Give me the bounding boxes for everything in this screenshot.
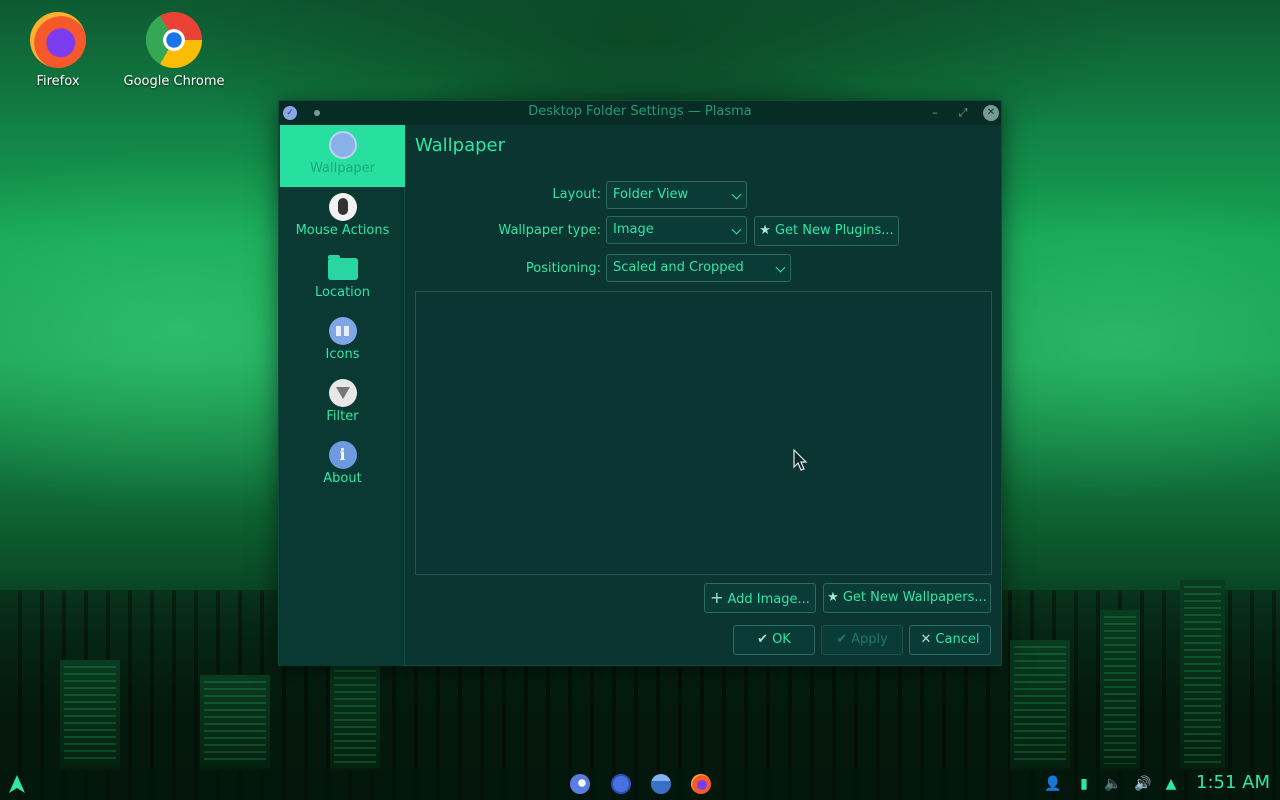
- sidebar-item-about[interactable]: i About: [280, 437, 405, 499]
- add-image-button[interactable]: + Add Image...: [704, 583, 816, 613]
- chevron-down-icon: [731, 224, 742, 235]
- desktop-icon-firefox[interactable]: Firefox: [3, 12, 113, 89]
- maximize-button[interactable]: ⤢: [955, 105, 971, 121]
- desktop-icon-chrome[interactable]: Google Chrome: [119, 12, 229, 89]
- ok-button[interactable]: ✔ OK: [733, 625, 815, 655]
- settings-content: Wallpaper Layout: Folder View Wallpaper …: [406, 125, 1002, 666]
- cancel-label: Cancel: [935, 632, 980, 647]
- sidebar-item-label: Wallpaper: [309, 161, 376, 176]
- desktop-icon-label: Google Chrome: [123, 74, 225, 89]
- sidebar-item-label: About: [323, 471, 362, 486]
- sidebar: Wallpaper Mouse Actions Location Icons F…: [280, 125, 405, 666]
- wallpaper-type-select-value: Image: [613, 222, 654, 237]
- sidebar-item-label: Icons: [325, 347, 360, 362]
- check-icon: ✔: [836, 632, 848, 647]
- info-icon: i: [328, 441, 357, 469]
- filter-icon: [328, 379, 357, 407]
- positioning-select[interactable]: Scaled and Cropped: [606, 254, 791, 282]
- cancel-button[interactable]: ✕ Cancel: [909, 625, 991, 655]
- sidebar-item-label: Location: [315, 285, 370, 300]
- wallpaper-building: [60, 660, 120, 770]
- wallpaper-building: [330, 650, 380, 770]
- wallpaper-type-label: Wallpaper type:: [498, 223, 601, 238]
- positioning-select-value: Scaled and Cropped: [613, 260, 744, 275]
- taskbar: 👤 ▮ 🔈 🔊 ▲ 1:51 AM: [0, 768, 1280, 800]
- sidebar-item-location[interactable]: Location: [280, 251, 405, 313]
- sidebar-item-wallpaper[interactable]: Wallpaper: [280, 125, 405, 187]
- page-title: Wallpaper: [415, 135, 506, 156]
- plus-icon: +: [710, 588, 724, 607]
- sidebar-item-mouse-actions[interactable]: Mouse Actions: [280, 189, 405, 251]
- layout-select[interactable]: Folder View: [606, 181, 747, 209]
- positioning-label: Positioning:: [525, 261, 601, 276]
- layout-select-value: Folder View: [613, 187, 689, 202]
- settings-window: ✓ Desktop Folder Settings — Plasma – ⤢ ✕…: [278, 100, 1002, 666]
- apply-button[interactable]: ✔ Apply: [821, 625, 903, 655]
- wallpaper-building: [1180, 580, 1225, 770]
- kde-connect-icon[interactable]: ▮: [1076, 776, 1092, 792]
- sidebar-item-icons[interactable]: Icons: [280, 313, 405, 375]
- folder-icon: [327, 255, 358, 280]
- wallpaper-type-select[interactable]: Image: [606, 216, 747, 244]
- get-new-wallpapers-button[interactable]: ★ Get New Wallpapers...: [823, 583, 991, 613]
- user-icon[interactable]: 👤: [1044, 776, 1061, 792]
- window-title: Desktop Folder Settings — Plasma: [528, 104, 752, 119]
- layout-label: Layout:: [552, 187, 601, 202]
- sidebar-item-filter[interactable]: Filter: [280, 375, 405, 437]
- mouse-icon: [328, 193, 357, 221]
- minimize-button[interactable]: –: [927, 105, 943, 121]
- get-new-plugins-label: Get New Plugins...: [774, 223, 894, 238]
- sidebar-item-label: Mouse Actions: [295, 223, 390, 238]
- desktop-icon-label: Firefox: [36, 74, 80, 89]
- app-launcher-icon[interactable]: [6, 773, 28, 795]
- mouse-cursor-icon: [793, 449, 808, 471]
- star-icon: ★: [827, 590, 839, 605]
- chevron-down-icon: [775, 262, 786, 273]
- tray-expand-icon[interactable]: ▲: [1163, 776, 1179, 792]
- wallpaper-icon: [328, 131, 357, 159]
- icons-grid-icon: [328, 317, 357, 345]
- microphone-muted-icon[interactable]: 🔈: [1104, 776, 1121, 792]
- chevron-down-icon: [731, 189, 742, 200]
- chrome-icon: [146, 12, 202, 68]
- wallpaper-preview-area[interactable]: [415, 291, 992, 575]
- wallpaper-building: [200, 675, 270, 770]
- apply-label: Apply: [851, 632, 888, 647]
- wallpaper-building: [1010, 640, 1070, 770]
- task-file-manager-icon[interactable]: [651, 774, 671, 794]
- close-icon: ✕: [920, 632, 932, 647]
- window-titlebar[interactable]: ✓ Desktop Folder Settings — Plasma – ⤢ ✕: [279, 101, 1001, 125]
- volume-icon[interactable]: 🔊: [1134, 776, 1151, 792]
- clock[interactable]: 1:51 AM: [1196, 772, 1270, 793]
- task-discover-icon[interactable]: [570, 774, 590, 794]
- task-app-icon[interactable]: [611, 774, 631, 794]
- ok-label: OK: [772, 632, 791, 647]
- star-icon: ★: [759, 223, 771, 238]
- firefox-icon: [30, 12, 86, 68]
- check-icon: ✔: [757, 632, 769, 647]
- task-firefox-icon[interactable]: [691, 774, 711, 794]
- get-new-plugins-button[interactable]: ★ Get New Plugins...: [754, 216, 899, 246]
- wallpaper-building: [1100, 610, 1140, 770]
- close-button[interactable]: ✕: [983, 105, 999, 121]
- add-image-label: Add Image...: [727, 592, 810, 607]
- get-new-wallpapers-label: Get New Wallpapers...: [842, 590, 987, 605]
- sidebar-item-label: Filter: [326, 409, 359, 424]
